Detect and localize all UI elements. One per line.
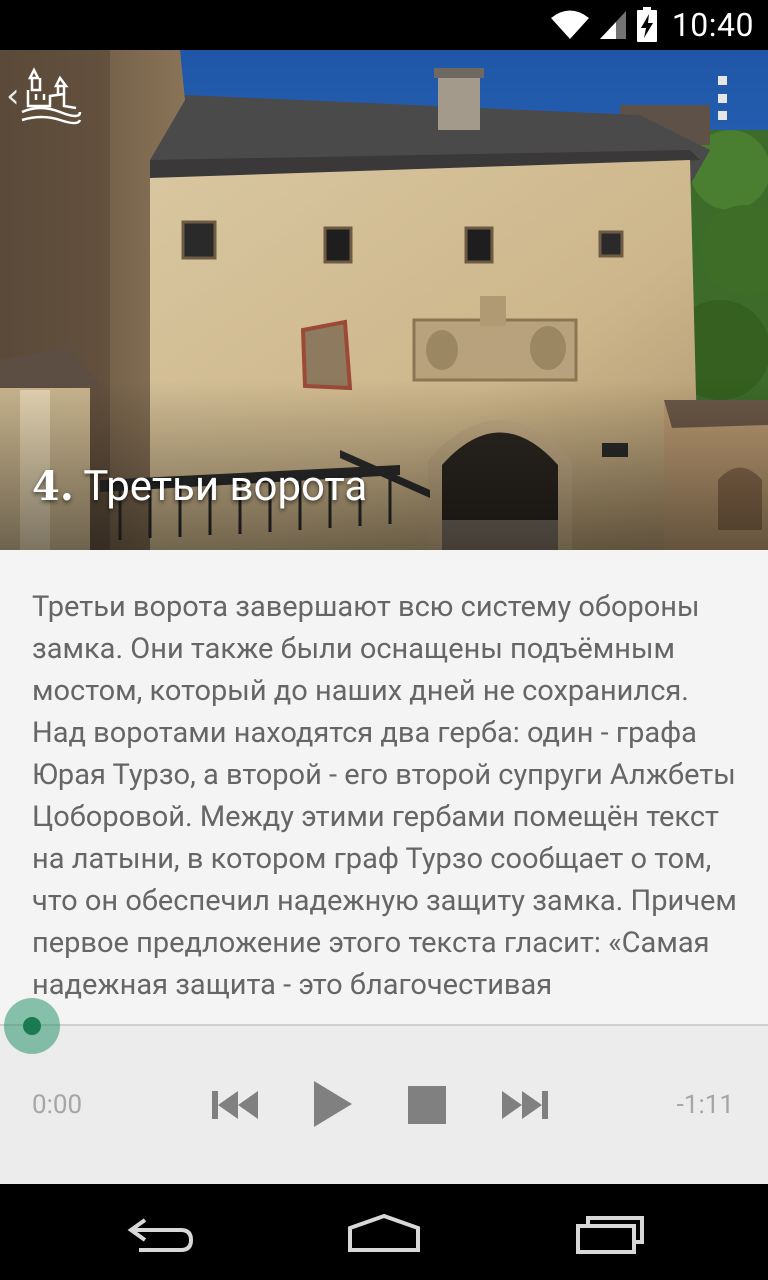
status-time: 10:40 [671,6,754,44]
recent-apps-icon [576,1216,644,1254]
audio-player: 0:00 -1:11 [0,998,768,1184]
description-scroll[interactable]: Третьи ворота завершают всю систему обор… [0,550,768,1024]
overflow-dot [717,111,727,120]
back-icon [127,1218,194,1252]
chevron-left-icon: ‹ [6,76,20,116]
stop-button[interactable] [404,1080,450,1130]
status-bar: 10:40 [0,0,768,50]
nav-home-button[interactable] [334,1204,434,1264]
battery-charging-icon [636,7,657,42]
description-text: Третьи ворота завершают всю систему обор… [32,590,737,1002]
wifi-icon [550,10,589,39]
time-remaining: -1:11 [676,1090,734,1120]
chapter-title-text: Третьи ворота [83,462,368,511]
nav-recent-apps-button[interactable] [560,1204,660,1264]
status-icons: 10:40 [550,6,754,44]
play-icon [314,1081,352,1127]
chapter-title: 4. Третьи ворота [32,462,367,511]
overflow-dot [717,76,727,85]
hero-image: ‹ 4. Третьи ворота [0,50,768,550]
nav-back-button[interactable] [110,1204,210,1264]
skip-next-icon [502,1091,548,1119]
castle-logo-icon [21,67,81,125]
chapter-number: 4. [32,463,74,510]
stop-icon [408,1086,446,1124]
back-button[interactable]: ‹ [4,56,94,136]
overflow-dot [717,93,727,103]
system-nav-bar [0,1184,768,1280]
home-icon [348,1214,420,1252]
overflow-menu-button[interactable] [712,76,732,120]
time-elapsed: 0:00 [32,1090,83,1120]
seek-bar-thumb[interactable] [4,998,60,1054]
skip-previous-button[interactable] [208,1080,264,1130]
cell-signal-icon [599,11,626,39]
skip-next-button[interactable] [496,1080,552,1130]
seek-thumb-dot [23,1017,41,1035]
skip-previous-icon [212,1091,258,1119]
play-button[interactable] [304,1076,360,1132]
